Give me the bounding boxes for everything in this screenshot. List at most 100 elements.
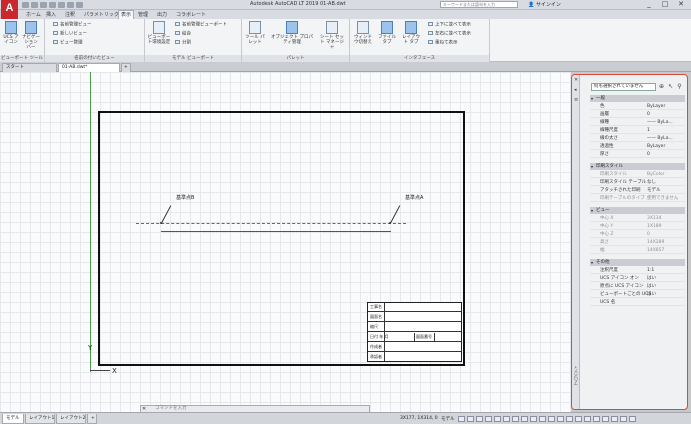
osnap-icon[interactable] <box>494 416 501 422</box>
property-value[interactable]: 使用できません <box>647 195 678 202</box>
lock-ui-icon[interactable] <box>584 416 591 422</box>
collapse-icon[interactable]: ▾ <box>591 95 593 102</box>
property-value[interactable]: はい <box>647 283 656 290</box>
palette-autohide-icon[interactable]: ◂ <box>574 87 577 93</box>
quick-properties-icon[interactable] <box>575 416 582 422</box>
property-value[interactable]: はい <box>647 275 656 282</box>
model-space-toggle[interactable]: モデル <box>441 416 455 422</box>
group-title[interactable]: パレット <box>242 55 349 62</box>
ortho-icon[interactable] <box>476 416 483 422</box>
split-viewports[interactable]: 分割 <box>175 40 191 47</box>
property-value[interactable]: 0 <box>647 231 650 238</box>
plot-icon[interactable] <box>58 2 65 8</box>
property-value[interactable]: なし <box>647 179 656 186</box>
new-view[interactable]: 新しいビュー <box>53 31 87 38</box>
view-manager[interactable]: ビュー管理 <box>53 40 83 47</box>
doc-tab-start[interactable]: スタート <box>2 63 57 72</box>
join-viewports[interactable]: 結合 <box>175 31 191 38</box>
property-row[interactable]: UCS アイコン オン はい <box>590 275 685 282</box>
properties-palette-button[interactable]: オブジェクト プロパティ管理 <box>269 21 315 45</box>
palette-settings-icon[interactable]: ≡ <box>574 97 578 103</box>
palette-title-strip[interactable]: ✕ ◂ ≡ プロパティ <box>572 75 580 409</box>
tab-layout1[interactable]: レイアウト1 <box>25 414 55 424</box>
toggle-pickadd-icon[interactable]: ⊕ <box>658 83 665 90</box>
tab-model[interactable]: モデル <box>2 414 24 424</box>
property-row[interactable]: UCS 名 <box>590 299 685 306</box>
layout-tabs-button[interactable]: レイアウト タブ <box>400 21 422 45</box>
palette-close-icon[interactable]: ✕ <box>574 77 578 83</box>
property-row[interactable]: 線種 —— ByLa... <box>590 119 685 126</box>
property-value[interactable]: 1:1 <box>647 267 654 274</box>
tab-collaborate[interactable]: コラボレート <box>176 11 206 18</box>
tab-layout2[interactable]: レイアウト2 <box>56 414 86 424</box>
label-base-point-a[interactable]: 基準点A <box>405 194 423 201</box>
cascade[interactable]: 重ねて表示 <box>428 40 458 47</box>
property-value[interactable]: —— ByLa... <box>647 119 673 126</box>
tab-home[interactable]: ホーム <box>26 11 41 18</box>
solid-line[interactable] <box>161 231 391 232</box>
property-row[interactable]: 印刷スタイル ByColor <box>590 171 685 178</box>
property-row[interactable]: 幅 14X857 <box>590 247 685 254</box>
status-menu-icon[interactable] <box>629 416 636 422</box>
switch-windows-button[interactable]: ウィンドウ切替え <box>352 21 374 45</box>
clean-screen-icon[interactable] <box>611 416 618 422</box>
save-as-icon[interactable] <box>49 2 56 8</box>
snap-icon[interactable] <box>467 416 474 422</box>
annotation-scale-icon[interactable] <box>539 416 546 422</box>
property-value[interactable]: 14X857 <box>647 247 664 254</box>
annotation-monitor-icon[interactable] <box>557 416 564 422</box>
property-row[interactable]: ビューポートごとの UCS はい <box>590 291 685 298</box>
property-value[interactable]: 3X134 <box>647 215 662 222</box>
property-section[interactable]: ▾ 印刷スタイル <box>590 163 685 170</box>
lineweight-icon[interactable] <box>512 416 519 422</box>
property-value[interactable]: 0 <box>647 151 650 158</box>
property-value[interactable]: 1X189 <box>647 223 662 230</box>
collapse-icon[interactable]: ▾ <box>591 163 593 170</box>
property-value[interactable]: 0 <box>647 111 650 118</box>
dashed-line[interactable] <box>136 223 406 224</box>
tile-vertical[interactable]: 左右に並べて表示 <box>428 31 471 38</box>
select-objects-icon[interactable]: ↖ <box>667 83 674 90</box>
property-row[interactable]: 中心 Y 1X189 <box>590 223 685 230</box>
sheet-set-manager-button[interactable]: シート セット マネージャ <box>318 21 346 50</box>
group-title[interactable]: ビューポート ツール <box>0 55 44 62</box>
viewport-config-button[interactable]: ビューポート環境設定 <box>147 21 171 45</box>
title-block[interactable]: 工事名 図面名 縮尺 日付 年 月 図面番号 作成者 承認者 <box>367 302 462 362</box>
property-row[interactable]: 原点に UCS アイコン はい <box>590 283 685 290</box>
property-row[interactable]: 印刷テーブルのタイプ 使用できません <box>590 195 685 202</box>
workspace-icon[interactable] <box>548 416 555 422</box>
restore-button[interactable]: □ <box>658 0 672 9</box>
signin-button[interactable]: 👤 サインイン <box>528 1 561 8</box>
property-value[interactable]: モデル <box>647 187 661 194</box>
new-tab-button[interactable]: + <box>121 63 131 72</box>
new-file-icon[interactable] <box>22 2 29 8</box>
units-icon[interactable] <box>566 416 573 422</box>
close-button[interactable]: ✕ <box>674 0 688 9</box>
open-file-icon[interactable] <box>31 2 38 8</box>
property-row[interactable]: 注釈尺度 1:1 <box>590 267 685 274</box>
add-layout-button[interactable]: + <box>87 414 97 424</box>
navigation-bar-button[interactable]: ナビゲーション バー <box>22 21 40 50</box>
selection-dropdown[interactable]: 何も選択されていません <box>591 83 656 91</box>
property-row[interactable]: 線種尺度 1 <box>590 127 685 134</box>
isolate-objects-icon[interactable] <box>593 416 600 422</box>
save-icon[interactable] <box>40 2 47 8</box>
ucs-icon-button[interactable]: UCS アイコン <box>2 21 20 45</box>
property-value[interactable]: ByColor <box>647 171 665 178</box>
property-value[interactable]: 14X289 <box>647 239 664 246</box>
property-row[interactable]: 画層 0 <box>590 111 685 118</box>
group-title[interactable]: インタフェース <box>350 55 489 62</box>
transparency-icon[interactable] <box>521 416 528 422</box>
property-row[interactable]: 透過性 ByLayer <box>590 143 685 150</box>
property-row[interactable]: 高さ 14X289 <box>590 239 685 246</box>
tab-insert[interactable]: 挿入 <box>46 11 56 18</box>
file-tabs-button[interactable]: ファイル タブ <box>376 21 398 45</box>
named-view-manager[interactable]: 名前管理ビュー <box>53 22 92 29</box>
tab-manage[interactable]: 管理 <box>138 11 148 18</box>
doc-tab-drawing[interactable]: 01-AB.dwt* <box>58 63 120 72</box>
otrack-icon[interactable] <box>503 416 510 422</box>
property-row[interactable]: 印刷スタイル テーブル なし <box>590 179 685 186</box>
grid-icon[interactable] <box>458 416 465 422</box>
label-base-point-b[interactable]: 基準点B <box>176 194 194 201</box>
redo-icon[interactable] <box>76 2 83 8</box>
